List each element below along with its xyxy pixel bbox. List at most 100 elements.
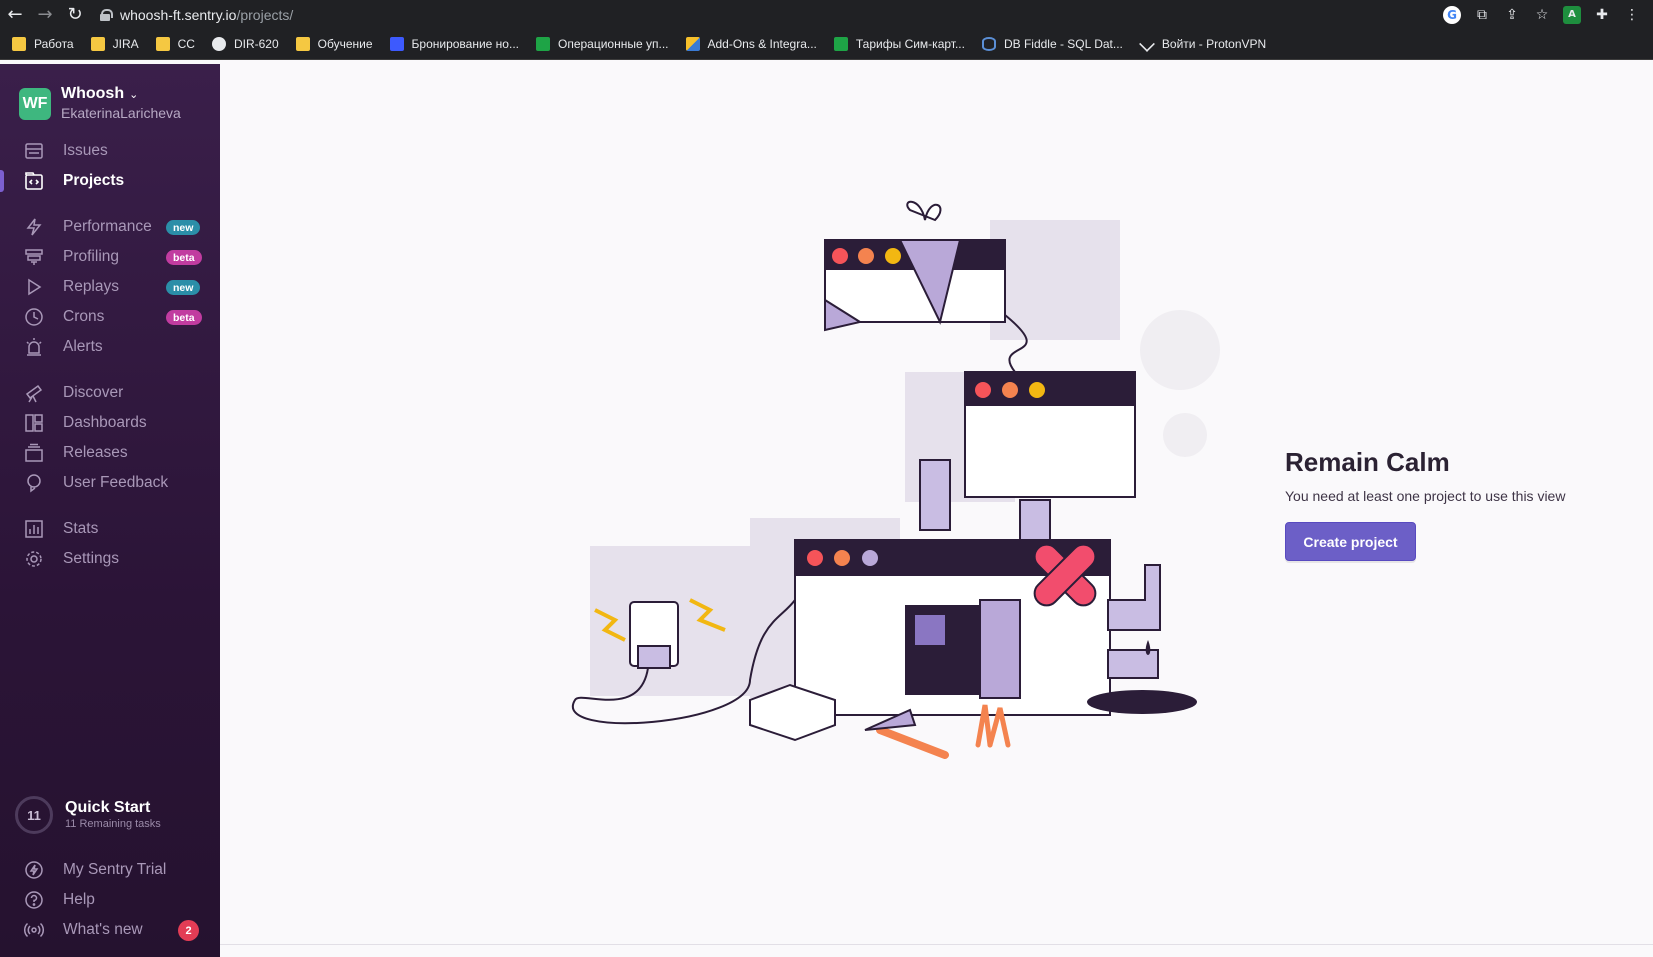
- org-name: Whoosh: [61, 85, 125, 102]
- telescope-icon: [24, 383, 44, 403]
- broken-windows-illustration: [571, 200, 1220, 759]
- sidebar-item-stats[interactable]: Stats: [0, 515, 220, 543]
- url-path: /projects/: [236, 6, 294, 23]
- sidebar-item-replays[interactable]: Replays new: [0, 273, 220, 301]
- sidebar-item-label: User Feedback: [63, 474, 169, 491]
- bookmark-item[interactable]: Операционные уп...: [536, 37, 669, 51]
- folder-icon: [90, 37, 105, 51]
- extension-translate-icon[interactable]: A: [1563, 5, 1581, 24]
- sidebar-item-label: Releases: [63, 444, 128, 461]
- org-avatar: WF: [19, 87, 51, 120]
- bookmark-item[interactable]: Обучение: [295, 37, 373, 51]
- chevron-down-icon: ⌄: [129, 88, 139, 101]
- bookmark-item[interactable]: JIRA: [90, 37, 139, 51]
- bookmark-label: Add-Ons & Integra...: [707, 37, 817, 51]
- empty-state-description: You need at least one project to use thi…: [1285, 488, 1566, 504]
- sidebar-item-issues[interactable]: Issues: [0, 137, 220, 165]
- org-switcher[interactable]: WF Whoosh ⌄ EkaterinaLaricheva: [19, 85, 181, 122]
- bookmark-label: DB Fiddle - SQL Dat...: [1003, 37, 1123, 51]
- bookmark-item[interactable]: CC: [155, 37, 195, 51]
- sidebar-item-label: Stats: [63, 520, 99, 537]
- bookmarks-bar: Работа JIRA CC DIR-620 Обучение Брониров…: [0, 29, 1653, 60]
- share-icon[interactable]: ⇪: [1503, 6, 1521, 24]
- megaphone-icon: [24, 473, 44, 493]
- google-icon[interactable]: G: [1443, 5, 1461, 24]
- sheets-icon: [833, 37, 848, 51]
- sidebar-item-whats-new[interactable]: What's new 2: [0, 916, 220, 944]
- translate-icon[interactable]: ⧉: [1473, 6, 1491, 24]
- empty-state-title: Remain Calm: [1285, 447, 1450, 477]
- profiling-icon: [24, 247, 44, 267]
- sidebar-item-label: Help: [63, 891, 95, 908]
- sidebar-item-label: What's new: [63, 921, 143, 938]
- dashboard-icon: [24, 413, 44, 433]
- sidebar-item-dashboards[interactable]: Dashboards: [0, 409, 220, 437]
- sidebar-item-help[interactable]: Help: [0, 886, 220, 914]
- bookmark-item[interactable]: Add-Ons & Integra...: [685, 37, 817, 51]
- folder-icon: [12, 37, 26, 51]
- folder-icon: [155, 37, 170, 51]
- sidebar-item-label: Discover: [63, 384, 124, 401]
- sidebar-item-label: Dashboards: [63, 414, 147, 431]
- notification-badge: 2: [178, 920, 199, 941]
- bookmark-item[interactable]: Бронирование но...: [389, 37, 519, 51]
- new-badge: new: [166, 220, 201, 235]
- sidebar-item-trial[interactable]: My Sentry Trial: [0, 856, 220, 884]
- sidebar-item-crons[interactable]: Crons beta: [0, 303, 220, 331]
- help-icon: [24, 890, 44, 910]
- sidebar: WF Whoosh ⌄ EkaterinaLaricheva Issues Pro…: [0, 64, 220, 957]
- sidebar-item-performance[interactable]: Performance new: [0, 213, 220, 241]
- more-icon[interactable]: ⋮: [1623, 6, 1641, 24]
- sidebar-item-releases[interactable]: Releases: [0, 439, 220, 467]
- sheets-icon: [536, 37, 550, 51]
- bookmark-item[interactable]: Тарифы Сим-карт...: [833, 37, 965, 51]
- proton-icon: [1138, 36, 1155, 52]
- sidebar-item-alerts[interactable]: Alerts: [0, 333, 220, 361]
- sidebar-item-user-feedback[interactable]: User Feedback: [0, 469, 220, 497]
- lock-icon: [100, 8, 113, 21]
- sidebar-item-label: My Sentry Trial: [63, 861, 167, 878]
- quick-start-progress-ring: 11: [15, 796, 53, 834]
- bookmark-item[interactable]: Работа: [12, 37, 74, 51]
- sidebar-item-discover[interactable]: Discover: [0, 379, 220, 407]
- puzzle-icon[interactable]: ✚: [1593, 6, 1611, 24]
- address-bar[interactable]: whoosh-ft.sentry.io/projects/: [100, 3, 1443, 27]
- bookmark-label: Обучение: [317, 37, 373, 51]
- database-icon: [981, 37, 996, 51]
- sidebar-item-label: Projects: [63, 172, 125, 189]
- bar-chart-icon: [24, 519, 44, 539]
- bookmark-label: Работа: [34, 37, 74, 51]
- sidebar-item-label: Issues: [63, 142, 108, 159]
- star-icon[interactable]: ☆: [1533, 6, 1551, 24]
- bookmark-label: JIRA: [112, 37, 139, 51]
- sidebar-item-projects[interactable]: Projects: [0, 167, 220, 195]
- bookmark-label: Тарифы Сим-карт...: [855, 37, 965, 51]
- broadcast-icon: [24, 920, 44, 940]
- url-host: whoosh-ft.sentry.io: [120, 6, 237, 23]
- reload-icon[interactable]: ↻: [60, 0, 90, 29]
- lightning-icon: [24, 217, 44, 237]
- quick-start-title: Quick Start: [65, 799, 151, 816]
- sidebar-item-settings[interactable]: Settings: [0, 545, 220, 573]
- quick-start[interactable]: 11 Quick Start 11 Remaining tasks: [15, 796, 161, 834]
- quick-start-subtitle: 11 Remaining tasks: [65, 818, 161, 830]
- sidebar-item-profiling[interactable]: Profiling beta: [0, 243, 220, 271]
- bookmark-item[interactable]: Войти - ProtonVPN: [1138, 36, 1266, 52]
- sidebar-item-label: Settings: [63, 550, 120, 567]
- bookmark-label: DIR-620: [233, 37, 279, 51]
- play-icon: [24, 277, 44, 297]
- siren-icon: [24, 337, 44, 357]
- sidebar-item-label: Alerts: [63, 338, 103, 355]
- create-project-button[interactable]: Create project: [1285, 522, 1416, 561]
- back-icon[interactable]: ←: [0, 0, 30, 29]
- folder-icon: [295, 37, 310, 51]
- bookmark-label: Бронирование но...: [411, 37, 519, 51]
- package-icon: [24, 443, 44, 463]
- bookmark-item[interactable]: DB Fiddle - SQL Dat...: [981, 37, 1123, 51]
- bookmark-label: CC: [177, 37, 195, 51]
- issues-icon: [24, 141, 44, 161]
- bookmark-item[interactable]: DIR-620: [211, 37, 279, 51]
- bookmark-label: Операционные уп...: [558, 37, 669, 51]
- new-badge: new: [166, 280, 201, 295]
- forward-icon[interactable]: →: [30, 0, 60, 29]
